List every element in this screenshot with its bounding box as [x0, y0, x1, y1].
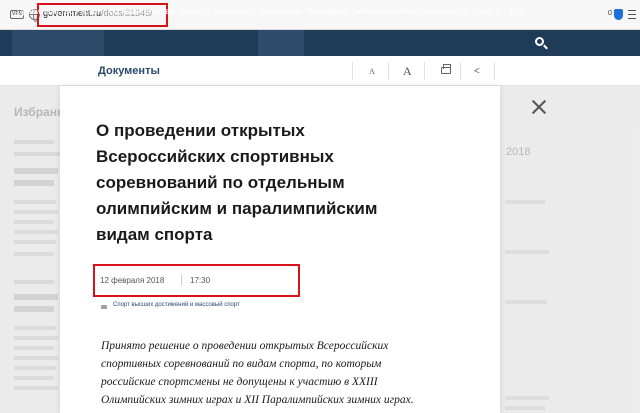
section-header [0, 56, 640, 86]
nav-item-documents[interactable]: Документы [260, 7, 301, 16]
title-line: олимпийским и паралимпийским [96, 199, 378, 218]
nav-item-eng[interactable]: Eng [510, 7, 524, 16]
print-icon[interactable] [441, 64, 451, 74]
title-line: соревнований по отдельным [96, 173, 345, 192]
title-line: видам спорта [96, 225, 213, 244]
title-line: Всероссийских спортивных [96, 147, 334, 166]
title-line: О проведении открытых [96, 121, 305, 140]
document-lead: Принято решение о проведении открытых Вс… [101, 337, 461, 409]
nav-item-legislation[interactable]: Законопроектная деятельность [351, 7, 468, 16]
close-icon[interactable] [531, 99, 547, 115]
nav-item-government[interactable]: Правительство России [17, 7, 102, 16]
search-icon[interactable] [535, 37, 544, 46]
toolbar-divider [424, 62, 425, 80]
document-time: 17:30 [190, 276, 211, 285]
toolbar-divider [494, 62, 495, 80]
section-title[interactable]: Документы [98, 65, 160, 77]
date-time-divider [181, 275, 182, 285]
document-tag-link[interactable]: Спорт высших достижений и массовый спорт [113, 302, 240, 308]
nav-active-bg [258, 30, 304, 56]
nav-item-instructions[interactable]: Поручения [307, 7, 347, 16]
share-icon[interactable]: < [474, 66, 480, 77]
lead-line: российские спортсмены не допущены к учас… [101, 376, 378, 388]
nav-item-reports[interactable]: Отчёты [473, 7, 501, 16]
lead-line: Олимпийских зимних играх и XII Паралимпи… [101, 394, 414, 406]
shield-icon[interactable] [614, 9, 623, 20]
toolbar-divider [388, 62, 389, 80]
lead-line: Принято решение о проведении открытых Вс… [101, 340, 389, 352]
toolbar-divider [352, 62, 353, 80]
document-date: 12 февраля 2018 [100, 276, 165, 285]
nav-home-bg [12, 30, 104, 56]
font-increase-button[interactable]: A [403, 64, 412, 79]
nav-item-about[interactable]: О Правительстве [109, 7, 174, 16]
menu-icon[interactable] [628, 10, 636, 19]
toolbar-divider [460, 62, 461, 80]
tag-icon [101, 305, 107, 309]
document-title: О проведении открытых Всероссийских спор… [96, 118, 426, 248]
font-decrease-button[interactable]: A [369, 67, 375, 76]
nav-item-news[interactable]: Новости [179, 7, 210, 16]
extension-badge: 0 [608, 10, 612, 17]
nav-item-meetings[interactable]: Заседания [213, 7, 253, 16]
lead-line: спортивных соревнований по видам спорта,… [101, 358, 382, 370]
